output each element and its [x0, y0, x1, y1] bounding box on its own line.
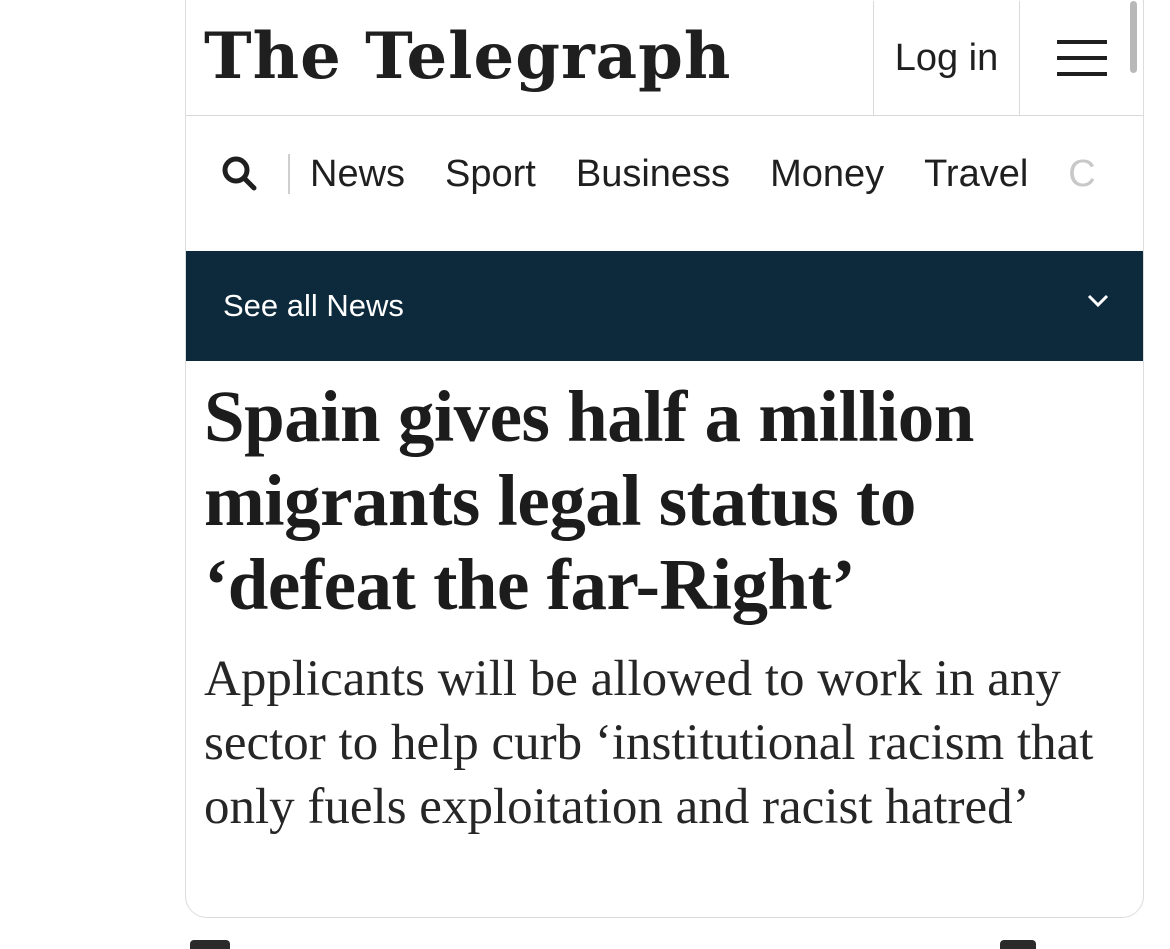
search-icon[interactable]: [220, 154, 260, 194]
see-all-news-bar[interactable]: See all News: [186, 251, 1143, 361]
nav-divider: [288, 154, 290, 194]
chevron-down-icon: [1087, 294, 1109, 308]
telegraph-logo[interactable]: The Telegraph: [204, 19, 731, 94]
nav-item-money[interactable]: Money: [770, 153, 884, 196]
site-header: The Telegraph Log in: [186, 1, 1143, 116]
nav-item-truncated[interactable]: C: [1068, 153, 1095, 196]
nav-item-sport[interactable]: Sport: [445, 153, 536, 196]
article-standfirst: Applicants will be allowed to work in an…: [204, 651, 1094, 835]
next-post-edge: [1000, 940, 1036, 949]
scrollbar[interactable]: [1130, 1, 1137, 73]
next-post-edge: [190, 940, 230, 949]
hamburger-menu-icon: [1056, 40, 1107, 76]
menu-button[interactable]: [1020, 1, 1143, 115]
nav-item-news[interactable]: News: [310, 153, 405, 196]
see-all-news-label: See all News: [223, 288, 404, 323]
section-nav: News Sport Business Money Travel C: [186, 116, 1143, 232]
article-card: The Telegraph Log in News Sport Business…: [185, 0, 1144, 918]
nav-item-travel[interactable]: Travel: [924, 153, 1028, 196]
nav-item-business[interactable]: Business: [576, 153, 730, 196]
article-headline: Spain gives half a million migrants lega…: [204, 376, 974, 625]
login-button[interactable]: Log in: [874, 1, 1019, 115]
